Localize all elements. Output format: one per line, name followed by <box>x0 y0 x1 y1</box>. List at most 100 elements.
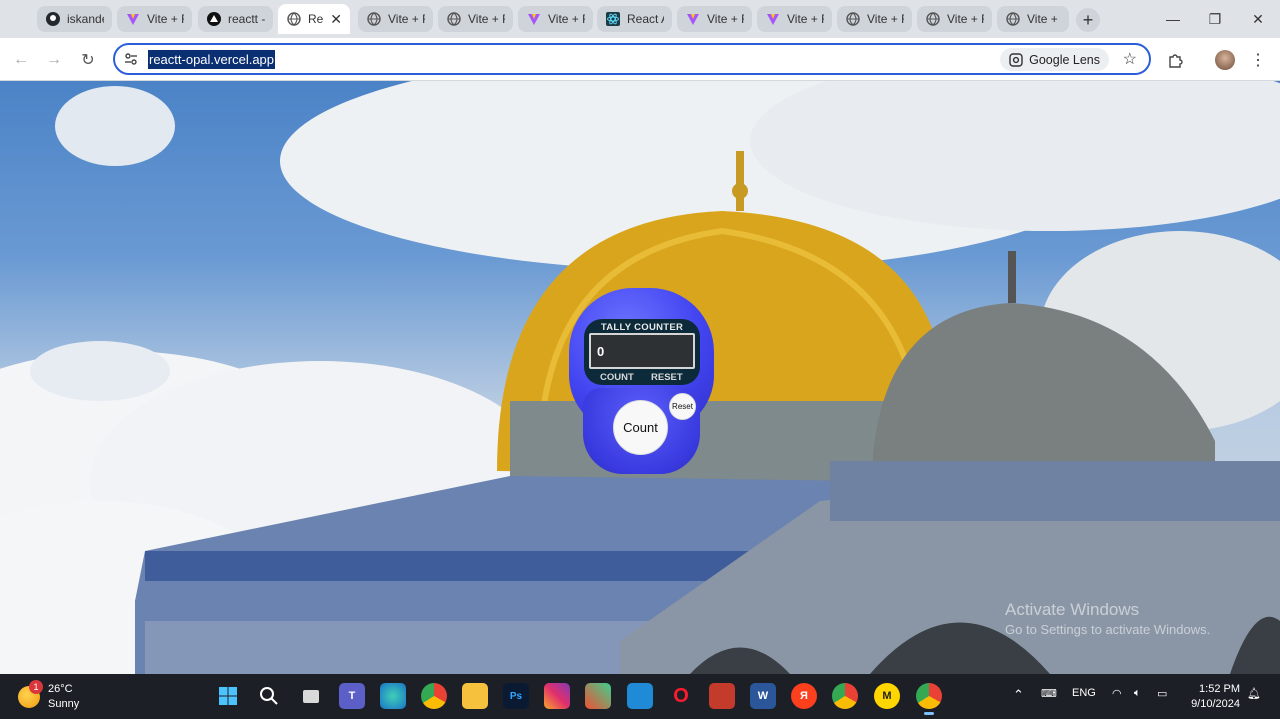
github-icon <box>45 11 61 27</box>
vite-icon <box>526 11 542 27</box>
keyboard-icon[interactable]: ⌨ <box>1041 687 1057 700</box>
reset-button[interactable]: Reset <box>669 393 696 420</box>
browser-tab[interactable]: reactt - <box>198 6 273 32</box>
bookmark-star-icon[interactable]: ☆ <box>1123 49 1137 69</box>
browser-tab[interactable]: Vite + R <box>438 6 513 32</box>
url-text[interactable]: reactt-opal.vercel.app <box>148 50 276 69</box>
tab-title: Vite + R <box>1027 12 1061 26</box>
tab-title: Vite + R <box>787 12 824 26</box>
weather-condition: Sunny <box>48 698 80 710</box>
minimize-button[interactable]: — <box>1153 8 1193 30</box>
chrome-icon[interactable] <box>421 683 447 709</box>
extensions-icon[interactable] <box>1164 48 1188 72</box>
yandex-browser-icon[interactable]: Я <box>791 683 817 709</box>
chrome-icon-2[interactable] <box>832 683 858 709</box>
tab-title: Vite + R <box>388 12 425 26</box>
language-indicator[interactable]: ENG <box>1072 687 1096 699</box>
tab-title: reactt - <box>228 12 265 26</box>
count-button[interactable]: Count <box>613 400 668 455</box>
weather-widget[interactable]: 1 26°C Sunny <box>18 680 80 712</box>
globe-icon <box>925 11 941 27</box>
tab-title: Vite + R <box>707 12 744 26</box>
vscode-icon[interactable] <box>627 683 653 709</box>
yandex-market-icon[interactable]: M <box>874 683 900 709</box>
browser-tab[interactable]: React A <box>597 6 672 32</box>
close-window-button[interactable]: ✕ <box>1238 8 1278 30</box>
system-clock[interactable]: 1:52 PM 9/10/2024 <box>1186 682 1240 712</box>
maximize-button[interactable]: ❐ <box>1195 8 1235 30</box>
word-icon[interactable]: W <box>750 683 776 709</box>
tab-title: iskande <box>67 12 104 26</box>
close-tab-icon[interactable]: ✕ <box>330 11 342 28</box>
browser-tab[interactable]: Vite + R <box>117 6 192 32</box>
tally-counter-panel: TALLY COUNTER 0 COUNT RESET <box>584 319 700 385</box>
browser-toolbar: ← → ↻ reactt-opal.vercel.app Google Lens… <box>0 38 1280 81</box>
browser-tab[interactable]: Vite + R <box>518 6 593 32</box>
browser-tab[interactable]: Vite + R <box>358 6 433 32</box>
globe-icon <box>1005 11 1021 27</box>
reset-label: RESET <box>651 372 683 383</box>
site-settings-icon[interactable] <box>123 51 139 67</box>
browser-tab[interactable]: Vite + R <box>837 6 912 32</box>
count-value: 0 <box>597 344 605 359</box>
file-explorer-icon[interactable] <box>462 683 488 709</box>
sun-icon: 1 <box>18 680 43 708</box>
browser-tab[interactable]: Vite + R <box>917 6 992 32</box>
edge-icon[interactable] <box>380 683 406 709</box>
volume-icon[interactable]: 🔈︎ <box>1134 687 1141 700</box>
task-view-icon[interactable] <box>298 683 324 709</box>
globe-icon <box>286 11 302 27</box>
weather-temp: 26°C <box>48 683 73 695</box>
photoshop-icon[interactable]: Ps <box>503 683 529 709</box>
show-hidden-icons-chevron-icon[interactable]: ⌃ <box>1013 687 1024 703</box>
google-lens-button[interactable]: Google Lens <box>1000 48 1109 71</box>
git-client-icon[interactable] <box>585 683 611 709</box>
winrar-icon[interactable] <box>709 683 735 709</box>
tab-title: Vite + R <box>867 12 904 26</box>
browser-tab[interactable]: iskande <box>37 6 112 32</box>
globe-icon <box>366 11 382 27</box>
browser-tab[interactable]: Vite + R <box>757 6 832 32</box>
activate-windows-watermark: Activate Windows Go to Settings to activ… <box>1005 600 1210 637</box>
search-icon[interactable] <box>256 683 282 709</box>
address-bar[interactable]: reactt-opal.vercel.app Google Lens ☆ <box>113 43 1151 75</box>
react-icon <box>605 11 621 27</box>
page-viewport: TALLY COUNTER 0 COUNT RESET Count Reset … <box>0 81 1280 674</box>
opera-icon[interactable]: O <box>668 683 694 709</box>
taskbar: 1 26°C Sunny T Ps O W Я M ⌃ ⌨ ENG ◠ 🔈︎ ▭… <box>0 674 1280 719</box>
count-label: COUNT <box>600 372 634 383</box>
new-tab-button[interactable]: + <box>1076 8 1100 32</box>
browser-tab[interactable]: Vite + R <box>677 6 752 32</box>
tab-title: Re <box>308 12 324 26</box>
vite-icon <box>125 11 141 27</box>
vite-icon <box>685 11 701 27</box>
clock-time: 1:52 PM <box>1199 683 1240 695</box>
battery-icon[interactable]: ▭ <box>1157 687 1167 700</box>
vite-icon <box>765 11 781 27</box>
back-button[interactable]: ← <box>9 48 33 72</box>
browser-tab[interactable]: Re ✕ <box>278 4 350 34</box>
forward-button[interactable]: → <box>42 48 66 72</box>
windows-start-icon[interactable] <box>215 683 241 709</box>
globe-icon <box>845 11 861 27</box>
vercel-icon <box>206 11 222 27</box>
browser-tab[interactable]: Vite + R <box>997 6 1069 32</box>
count-display: 0 <box>589 333 695 369</box>
tab-title: Vite + R <box>548 12 585 26</box>
teams-icon[interactable]: T <box>339 683 365 709</box>
tab-title: React A <box>627 12 664 26</box>
wifi-icon[interactable]: ◠ <box>1112 687 1122 700</box>
activate-windows-subtitle: Go to Settings to activate Windows. <box>1005 622 1211 637</box>
lens-icon <box>1009 52 1023 67</box>
profile-avatar[interactable] <box>1213 48 1237 72</box>
reload-button[interactable]: ↻ <box>76 48 100 72</box>
notification-bell-icon[interactable]: 🔔︎ <box>1247 687 1261 700</box>
browser-menu-icon[interactable]: ⋮ <box>1246 48 1270 72</box>
instagram-icon[interactable] <box>544 683 570 709</box>
tab-title: Vite + R <box>947 12 984 26</box>
chrome-active-icon[interactable] <box>916 683 942 715</box>
tally-counter-title: TALLY COUNTER <box>600 322 684 333</box>
activate-windows-title: Activate Windows <box>1005 600 1140 619</box>
tab-title: Vite + R <box>147 12 184 26</box>
weather-badge: 1 <box>29 680 43 694</box>
